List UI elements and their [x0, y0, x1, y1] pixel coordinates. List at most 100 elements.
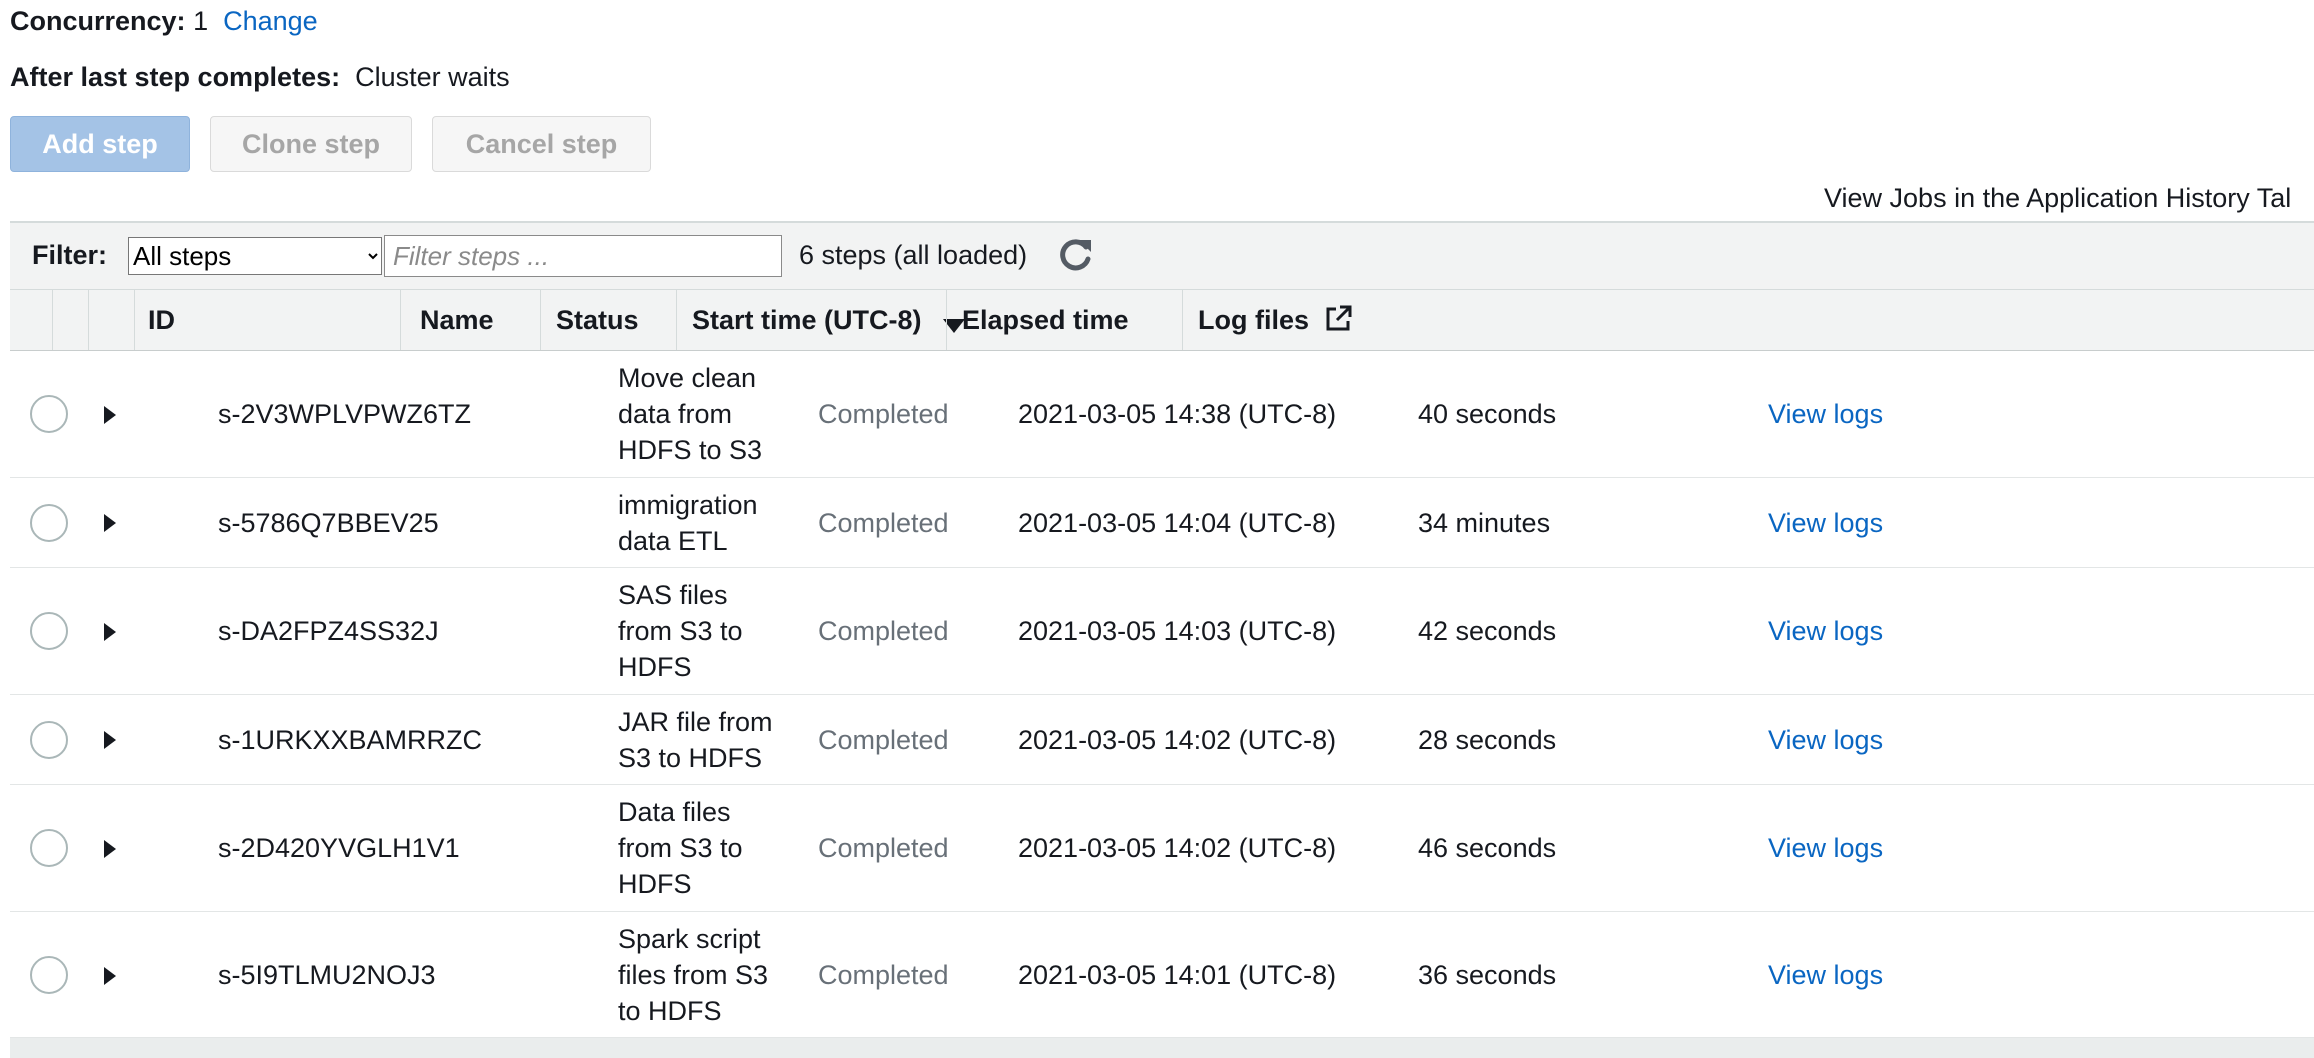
view-logs-link[interactable]: View logs	[1768, 722, 1883, 758]
header-separator	[88, 290, 89, 350]
refresh-icon[interactable]	[1055, 235, 1095, 275]
step-elapsed-time: 40 seconds	[1418, 399, 1557, 429]
step-start-time: 2021-03-05 14:38 (UTC-8)	[1018, 399, 1337, 429]
view-logs-link[interactable]: View logs	[1768, 830, 1883, 866]
concurrency-label: Concurrency:	[10, 6, 186, 36]
column-header-start-time[interactable]: Start time (UTC-8)	[692, 290, 966, 350]
cancel-step-button[interactable]: Cancel step	[432, 116, 651, 172]
external-link-icon[interactable]	[1323, 304, 1353, 334]
step-elapsed-time: 34 minutes	[1418, 508, 1551, 538]
row-radio[interactable]	[30, 395, 68, 433]
table-row[interactable]: s-5786Q7BBEV25 immigration data ETL Comp…	[10, 478, 2314, 568]
filter-select[interactable]: All steps	[128, 237, 382, 275]
column-header-log-files[interactable]: Log files	[1198, 290, 1353, 350]
step-name-line: HDFS	[618, 869, 692, 899]
view-jobs-link[interactable]: View Jobs in the Application History Tal	[1824, 183, 2291, 214]
header-separator	[400, 290, 401, 350]
step-elapsed-time: 36 seconds	[1418, 960, 1557, 990]
step-start-time: 2021-03-05 14:04 (UTC-8)	[1018, 508, 1337, 538]
step-elapsed-time: 46 seconds	[1418, 833, 1557, 863]
filter-label: Filter:	[32, 240, 108, 270]
step-name-line: files from S3	[618, 960, 769, 990]
step-name: Move clean data from HDFS to S3	[618, 360, 762, 468]
header-separator	[52, 290, 53, 350]
step-status: Completed	[818, 508, 949, 538]
step-status: Completed	[818, 833, 949, 863]
log-files-header-label: Log files	[1198, 305, 1310, 335]
step-status: Completed	[818, 399, 949, 429]
step-start-time: 2021-03-05 14:01 (UTC-8)	[1018, 960, 1337, 990]
step-name-line: Data files	[618, 797, 731, 827]
table-row[interactable]: s-2V3WPLVPWZ6TZ Move clean data from HDF…	[10, 351, 2314, 478]
expand-caret-icon[interactable]	[104, 840, 116, 858]
step-name-line: HDFS to S3	[618, 435, 763, 465]
view-logs-link[interactable]: View logs	[1768, 957, 1883, 993]
step-id: s-1URKXXBAMRRZC	[218, 725, 483, 755]
expand-caret-icon[interactable]	[104, 731, 116, 749]
step-start-time: 2021-03-05 14:02 (UTC-8)	[1018, 725, 1337, 755]
concurrency-line: Concurrency: 1 Change	[10, 6, 318, 37]
step-name: immigration data ETL	[618, 487, 758, 559]
expand-caret-icon[interactable]	[104, 967, 116, 985]
filter-bar: Filter: All steps 6 steps (all loaded)	[10, 221, 2314, 289]
change-concurrency-link[interactable]: Change	[223, 6, 318, 36]
step-name-line: Spark script	[618, 924, 761, 954]
start-time-header-label: Start time (UTC-8)	[692, 305, 922, 335]
step-name-line: data from	[618, 399, 733, 429]
column-header-elapsed-time[interactable]: Elapsed time	[962, 290, 1129, 350]
view-logs-link[interactable]: View logs	[1768, 613, 1883, 649]
column-header-status[interactable]: Status	[556, 290, 639, 350]
concurrency-value: 1	[193, 6, 209, 36]
after-last-step-line: After last step completes: Cluster waits	[10, 62, 510, 93]
column-header-id[interactable]: ID	[148, 290, 175, 350]
after-last-step-label: After last step completes:	[10, 62, 341, 92]
header-separator	[1182, 290, 1183, 350]
filter-steps-input[interactable]	[384, 235, 782, 277]
step-name-line: from S3 to	[618, 833, 743, 863]
table-row[interactable]: s-DA2FPZ4SS32J SAS files from S3 to HDFS…	[10, 568, 2314, 695]
step-name-line: JAR file from	[618, 707, 773, 737]
column-header-name[interactable]: Name	[420, 290, 494, 350]
row-radio[interactable]	[30, 612, 68, 650]
step-id: s-DA2FPZ4SS32J	[218, 616, 439, 646]
step-name: Spark script files from S3 to HDFS	[618, 921, 768, 1029]
step-name-line: S3 to HDFS	[618, 743, 763, 773]
table-row[interactable]: s-5I9TLMU2NOJ3 Spark script files from S…	[10, 912, 2314, 1038]
step-name-line: Move clean	[618, 363, 757, 393]
steps-count: 6 steps (all loaded)	[799, 240, 1028, 270]
step-id: s-2V3WPLVPWZ6TZ	[218, 399, 472, 429]
step-elapsed-time: 28 seconds	[1418, 725, 1557, 755]
row-radio[interactable]	[30, 721, 68, 759]
expand-caret-icon[interactable]	[104, 514, 116, 532]
header-separator	[676, 290, 677, 350]
expand-caret-icon[interactable]	[104, 406, 116, 424]
step-id: s-2D420YVGLH1V1	[218, 833, 460, 863]
step-name-line: to HDFS	[618, 996, 722, 1026]
step-status: Completed	[818, 616, 949, 646]
table-footer-bar	[10, 1038, 2314, 1058]
row-radio[interactable]	[30, 504, 68, 542]
header-separator	[540, 290, 541, 350]
header-separator	[134, 290, 135, 350]
step-start-time: 2021-03-05 14:03 (UTC-8)	[1018, 616, 1337, 646]
expand-caret-icon[interactable]	[104, 623, 116, 641]
step-name-line: SAS files	[618, 580, 728, 610]
view-logs-link[interactable]: View logs	[1768, 505, 1883, 541]
table-row[interactable]: s-2D420YVGLH1V1 Data files from S3 to HD…	[10, 785, 2314, 912]
step-name-line: immigration	[618, 490, 758, 520]
step-name: SAS files from S3 to HDFS	[618, 577, 743, 685]
step-name-line: HDFS	[618, 652, 692, 682]
table-row[interactable]: s-1URKXXBAMRRZC JAR file from S3 to HDFS…	[10, 695, 2314, 785]
view-logs-link[interactable]: View logs	[1768, 396, 1883, 432]
step-name: JAR file from S3 to HDFS	[618, 704, 773, 776]
clone-step-button[interactable]: Clone step	[210, 116, 412, 172]
step-name-line: data ETL	[618, 526, 728, 556]
add-step-button[interactable]: Add step	[10, 116, 190, 172]
row-radio[interactable]	[30, 829, 68, 867]
step-id: s-5I9TLMU2NOJ3	[218, 960, 436, 990]
step-status: Completed	[818, 960, 949, 990]
step-elapsed-time: 42 seconds	[1418, 616, 1557, 646]
after-last-step-value: Cluster waits	[355, 62, 510, 92]
step-start-time: 2021-03-05 14:02 (UTC-8)	[1018, 833, 1337, 863]
row-radio[interactable]	[30, 956, 68, 994]
